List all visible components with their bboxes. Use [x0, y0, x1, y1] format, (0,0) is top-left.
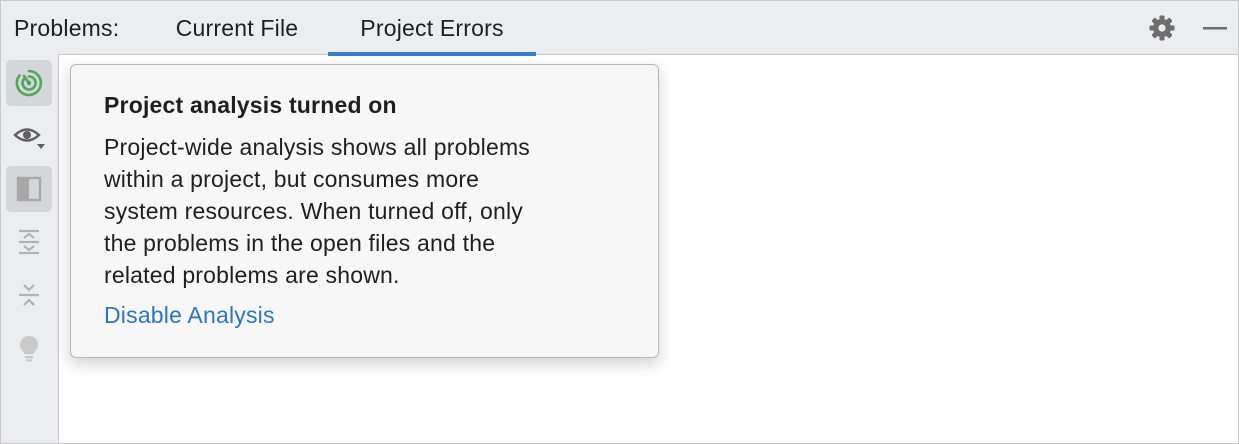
gear-icon[interactable]: [1147, 13, 1177, 43]
expand-all-button[interactable]: [6, 219, 52, 265]
problems-tool-window: Problems: Current File Project Errors Pr…: [0, 0, 1239, 444]
minimize-icon[interactable]: [1200, 13, 1230, 43]
project-analysis-icon: [13, 67, 45, 99]
tab-label: Project Errors: [360, 15, 504, 41]
preview-panel-icon: [14, 174, 44, 204]
popup-title: Project analysis turned on: [104, 92, 397, 118]
collapse-all-button[interactable]: [6, 272, 52, 318]
analysis-info-popup: Project analysis turned on Project-wide …: [70, 64, 659, 358]
popup-description: Project-wide analysis shows all problems…: [104, 134, 530, 288]
eye-icon: [12, 120, 46, 152]
disable-analysis-link[interactable]: Disable Analysis: [104, 302, 275, 329]
project-analysis-button[interactable]: [6, 60, 52, 106]
panel-title: Problems:: [14, 15, 120, 41]
tab-label: Current File: [175, 15, 299, 41]
preview-panel-button[interactable]: [6, 166, 52, 212]
intention-actions-button[interactable]: [6, 325, 52, 371]
problems-header: Problems: Current File Project Errors: [1, 1, 1238, 56]
collapse-all-icon: [14, 280, 44, 310]
tab-project-errors[interactable]: Project Errors: [328, 1, 536, 56]
active-tab-indicator: [328, 52, 536, 56]
problems-toolbar: [1, 54, 59, 443]
lightbulb-icon: [14, 333, 44, 363]
tab-current-file[interactable]: Current File: [151, 1, 323, 55]
expand-all-icon: [14, 227, 44, 257]
view-options-button[interactable]: [6, 113, 52, 159]
